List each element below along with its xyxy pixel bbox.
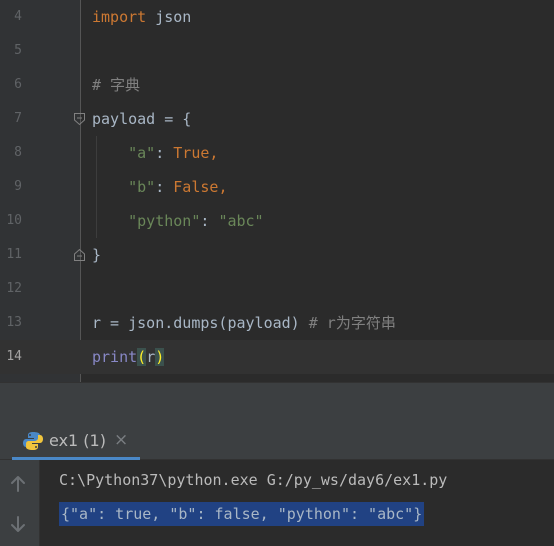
line-number: 10: [6, 213, 22, 228]
code-text: "a": True,: [92, 142, 218, 164]
code-token: :: [155, 178, 174, 196]
code-text: payload = {: [92, 108, 191, 130]
code-line[interactable]: 12: [0, 272, 554, 306]
close-tab-icon[interactable]: ×: [114, 430, 128, 450]
code-token: :: [200, 212, 219, 230]
console-command-line: C:\Python37\python.exe G:/py_ws/day6/ex1…: [59, 471, 448, 489]
line-number: 6: [14, 77, 22, 92]
console-output-line[interactable]: {"a": true, "b": false, "python": "abc"}: [59, 502, 425, 526]
run-tab-label[interactable]: ex1 (1): [49, 431, 106, 451]
code-token: payload = {: [92, 110, 192, 128]
code-token: False: [173, 178, 219, 196]
code-token: "a": [128, 144, 156, 162]
code-line[interactable]: 14 print(r): [0, 340, 554, 374]
code-text: import json: [92, 6, 191, 28]
editor-bottom-area: [0, 382, 554, 420]
code-token: "abc": [218, 212, 264, 230]
code-line[interactable]: 5: [0, 34, 554, 68]
arrow-down-icon[interactable]: [8, 514, 28, 534]
code-token: import: [92, 8, 147, 26]
line-number: 7: [14, 111, 22, 126]
code-editor[interactable]: 4 import json 5 6 # 字典 7 payload = { 8 "a": Tru…: [0, 0, 554, 382]
code-token: r = json.dumps(payload): [92, 314, 309, 332]
code-token: "python": [128, 212, 201, 230]
line-number: 14: [6, 349, 22, 364]
code-token: }: [92, 246, 102, 264]
line-number: 12: [6, 281, 22, 296]
line-number: 4: [14, 9, 22, 24]
code-line[interactable]: 11}: [0, 238, 554, 272]
code-line[interactable]: 8 "a": True,: [0, 136, 554, 170]
code-token: ,: [218, 178, 228, 196]
code-token: "b": [128, 178, 156, 196]
code-text: print(r): [92, 346, 165, 368]
code-token: # 字典: [92, 76, 141, 94]
run-console[interactable]: C:\Python37\python.exe G:/py_ws/day6/ex1…: [40, 460, 554, 546]
line-number: 9: [14, 179, 22, 194]
line-number: 5: [14, 43, 22, 58]
code-text: r = json.dumps(payload) # r为字符串: [92, 312, 396, 334]
run-side-toolbar: [0, 460, 40, 546]
code-line[interactable]: 10 "python": "abc": [0, 204, 554, 238]
line-number: 8: [14, 145, 22, 160]
code-token: :: [155, 144, 174, 162]
line-number: 13: [6, 315, 22, 330]
code-token: print: [92, 348, 138, 366]
code-line[interactable]: 13 r = json.dumps(payload) # r为字符串: [0, 306, 554, 340]
fold-open-icon[interactable]: [73, 112, 86, 126]
code-token: (: [137, 348, 147, 366]
code-text: # 字典: [92, 74, 140, 96]
code-text: "python": "abc": [92, 210, 264, 232]
code-token: ): [155, 348, 165, 366]
code-token: r: [146, 348, 156, 366]
run-tool-window: ex1 (1) × C:\Python37\python.exe G:/py_w…: [0, 420, 554, 546]
run-tab-bar: ex1 (1) ×: [0, 420, 554, 460]
code-line[interactable]: 9 "b": False,: [0, 170, 554, 204]
code-token: ,: [209, 144, 219, 162]
fold-close-icon[interactable]: [73, 248, 86, 262]
code-line[interactable]: 4 import json: [0, 0, 554, 34]
code-token: json: [146, 8, 192, 26]
python-icon: [23, 432, 43, 450]
code-token: # r为字符串: [308, 314, 396, 332]
line-number: 11: [6, 247, 22, 262]
code-text: "b": False,: [92, 176, 227, 198]
code-token: True: [173, 144, 210, 162]
code-text: }: [92, 244, 101, 266]
code-line[interactable]: 7 payload = {: [0, 102, 554, 136]
indent-guide: [96, 136, 97, 238]
code-line[interactable]: 6 # 字典: [0, 68, 554, 102]
arrow-up-icon[interactable]: [8, 474, 28, 494]
